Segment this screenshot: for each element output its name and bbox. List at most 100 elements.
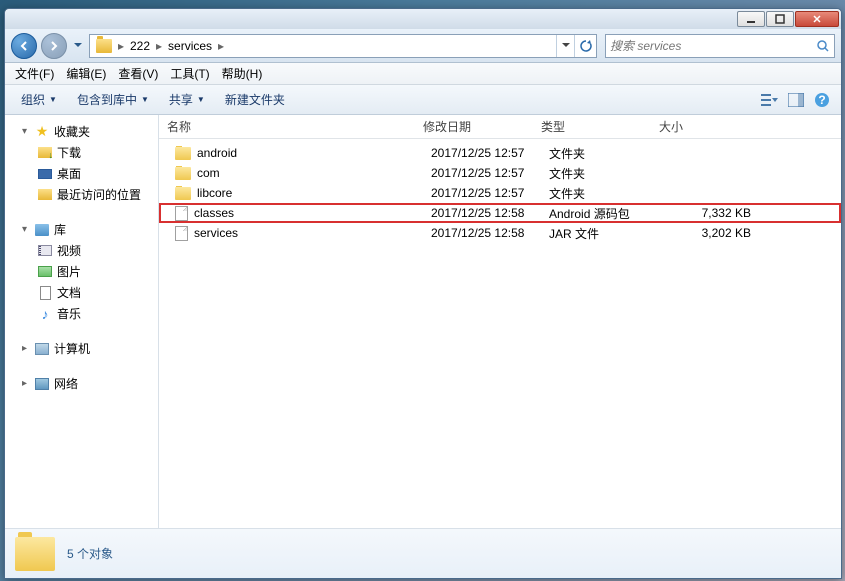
- search-box[interactable]: [605, 34, 835, 58]
- file-row[interactable]: classes 2017/12/25 12:58Android 源码包7,332 …: [159, 203, 841, 223]
- svg-text:?: ?: [818, 93, 825, 107]
- sidebar-recent[interactable]: 最近访问的位置: [5, 184, 158, 205]
- expand-icon[interactable]: ▸: [19, 378, 30, 389]
- titlebar: [5, 9, 841, 29]
- status-text: 5 个对象: [67, 545, 113, 562]
- back-button[interactable]: [11, 33, 37, 59]
- network-icon: [35, 378, 49, 390]
- help-button[interactable]: ?: [811, 89, 833, 111]
- file-type: Android 源码包: [541, 205, 659, 222]
- file-type: 文件夹: [541, 145, 659, 162]
- sidebar-music[interactable]: ♪音乐: [5, 303, 158, 324]
- star-icon: ★: [34, 124, 50, 140]
- sidebar-libraries[interactable]: ▾库: [5, 219, 158, 240]
- file-date: 2017/12/25 12:57: [423, 166, 541, 180]
- close-button[interactable]: [795, 11, 839, 27]
- expand-icon[interactable]: ▸: [19, 343, 30, 354]
- column-type[interactable]: 类型: [533, 115, 651, 138]
- folder-icon: [175, 167, 191, 180]
- nav-history-dropdown[interactable]: [71, 36, 85, 56]
- content-pane: 名称 修改日期 类型 大小 android2017/12/25 12:57文件夹…: [159, 115, 841, 528]
- file-date: 2017/12/25 12:57: [423, 186, 541, 200]
- sidebar-pictures[interactable]: 图片: [5, 261, 158, 282]
- file-name: classes: [194, 206, 234, 220]
- breadcrumb-item[interactable]: services: [164, 39, 216, 53]
- file-type: 文件夹: [541, 165, 659, 182]
- folder-icon: [175, 147, 191, 160]
- column-name[interactable]: 名称: [159, 115, 415, 138]
- explorer-window: ▸ 222 ▸ services ▸ 文件(F) 编辑(E) 查看(V) 工具(…: [4, 8, 842, 579]
- library-icon: [35, 224, 49, 236]
- file-date: 2017/12/25 12:58: [423, 206, 541, 220]
- folder-icon: [96, 39, 112, 53]
- refresh-button[interactable]: [574, 35, 596, 57]
- column-date[interactable]: 修改日期: [415, 115, 533, 138]
- desktop-background: ▸ 222 ▸ services ▸ 文件(F) 编辑(E) 查看(V) 工具(…: [0, 0, 845, 581]
- collapse-icon[interactable]: ▾: [19, 224, 30, 235]
- menu-bar: 文件(F) 编辑(E) 查看(V) 工具(T) 帮助(H): [5, 63, 841, 85]
- view-options-button[interactable]: [759, 89, 781, 111]
- address-bar[interactable]: ▸ 222 ▸ services ▸: [90, 35, 556, 57]
- address-bar-wrapper: ▸ 222 ▸ services ▸: [89, 34, 597, 58]
- search-icon: [816, 39, 830, 53]
- new-folder-button[interactable]: 新建文件夹: [217, 88, 293, 111]
- file-size: 7,332 KB: [659, 206, 759, 220]
- folder-icon: [175, 187, 191, 200]
- file-name: services: [194, 226, 238, 240]
- breadcrumb-arrow[interactable]: ▸: [216, 39, 226, 53]
- breadcrumb-arrow[interactable]: ▸: [154, 39, 164, 53]
- body: ▾★收藏夹 下载 桌面 最近访问的位置 ▾库 视频 图片 文档 ♪音乐 ▸计算机…: [5, 115, 841, 528]
- share-button[interactable]: 共享▼: [161, 88, 213, 111]
- file-date: 2017/12/25 12:57: [423, 146, 541, 160]
- nav-bar: ▸ 222 ▸ services ▸: [5, 29, 841, 63]
- collapse-icon[interactable]: ▾: [19, 126, 30, 137]
- column-headers: 名称 修改日期 类型 大小: [159, 115, 841, 139]
- document-icon: [40, 286, 51, 300]
- sidebar: ▾★收藏夹 下载 桌面 最近访问的位置 ▾库 视频 图片 文档 ♪音乐 ▸计算机…: [5, 115, 159, 528]
- file-list: android2017/12/25 12:57文件夹com2017/12/25 …: [159, 139, 841, 528]
- download-icon: [38, 147, 52, 158]
- breadcrumb-item[interactable]: 222: [126, 39, 154, 53]
- sidebar-documents[interactable]: 文档: [5, 282, 158, 303]
- menu-view[interactable]: 查看(V): [112, 63, 164, 84]
- file-row[interactable]: com 2017/12/25 12:57文件夹: [159, 163, 841, 183]
- folder-icon: [15, 537, 55, 571]
- file-row[interactable]: services 2017/12/25 12:58JAR 文件3,202 KB: [159, 223, 841, 243]
- sidebar-network[interactable]: ▸网络: [5, 373, 158, 394]
- sidebar-desktop[interactable]: 桌面: [5, 163, 158, 184]
- file-name: libcore: [197, 186, 232, 200]
- toolbar: 组织▼ 包含到库中▼ 共享▼ 新建文件夹 ?: [5, 85, 841, 115]
- file-name: android: [197, 146, 237, 160]
- address-dropdown[interactable]: [556, 35, 574, 57]
- forward-button[interactable]: [41, 33, 67, 59]
- music-icon: ♪: [37, 306, 53, 322]
- preview-pane-button[interactable]: [785, 89, 807, 111]
- sidebar-videos[interactable]: 视频: [5, 240, 158, 261]
- maximize-button[interactable]: [766, 11, 794, 27]
- file-name: com: [197, 166, 220, 180]
- menu-file[interactable]: 文件(F): [9, 63, 60, 84]
- organize-button[interactable]: 组织▼: [13, 88, 65, 111]
- status-bar: 5 个对象: [5, 528, 841, 578]
- video-icon: [38, 245, 52, 256]
- file-date: 2017/12/25 12:58: [423, 226, 541, 240]
- computer-icon: [35, 343, 49, 355]
- minimize-button[interactable]: [737, 11, 765, 27]
- file-row[interactable]: libcore2017/12/25 12:57文件夹: [159, 183, 841, 203]
- menu-edit[interactable]: 编辑(E): [60, 63, 112, 84]
- sidebar-downloads[interactable]: 下载: [5, 142, 158, 163]
- column-size[interactable]: 大小: [651, 115, 751, 138]
- menu-tools[interactable]: 工具(T): [164, 63, 215, 84]
- picture-icon: [38, 266, 52, 277]
- file-type: JAR 文件: [541, 225, 659, 242]
- include-in-library-button[interactable]: 包含到库中▼: [69, 88, 157, 111]
- sidebar-computer[interactable]: ▸计算机: [5, 338, 158, 359]
- file-icon: [175, 226, 188, 241]
- file-size: 3,202 KB: [659, 226, 759, 240]
- file-icon: [175, 206, 188, 221]
- breadcrumb-arrow[interactable]: ▸: [116, 39, 126, 53]
- sidebar-favorites[interactable]: ▾★收藏夹: [5, 121, 158, 142]
- menu-help[interactable]: 帮助(H): [216, 63, 269, 84]
- file-row[interactable]: android 2017/12/25 12:57文件夹: [159, 143, 841, 163]
- search-input[interactable]: [610, 39, 816, 53]
